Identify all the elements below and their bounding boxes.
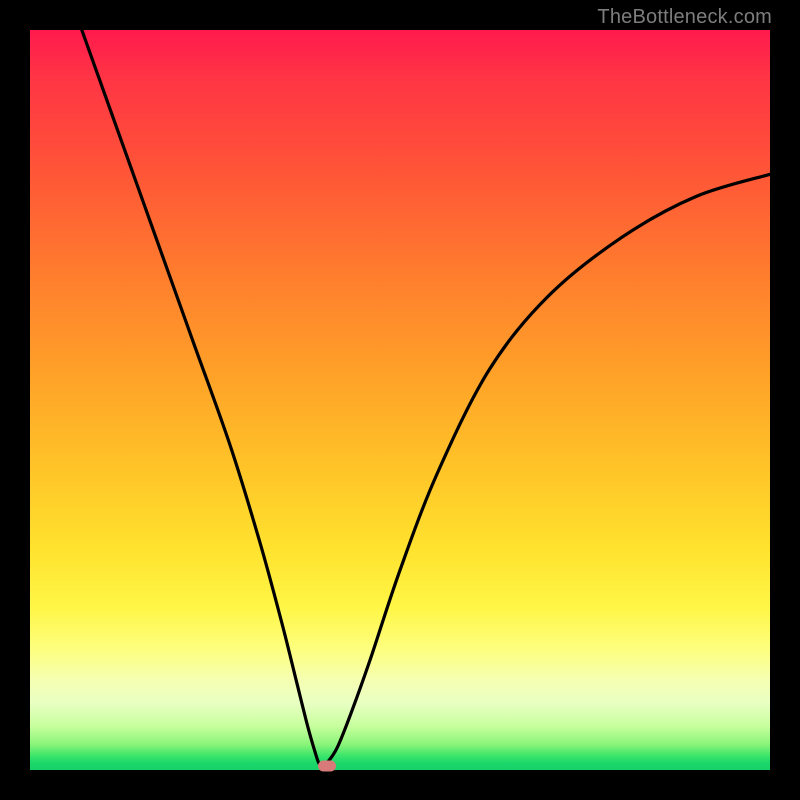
curve-svg xyxy=(30,30,770,770)
bottleneck-curve-path xyxy=(82,30,770,767)
plot-area xyxy=(30,30,770,770)
chart-container: TheBottleneck.com xyxy=(0,0,800,800)
watermark-text: TheBottleneck.com xyxy=(597,6,772,29)
optimum-marker xyxy=(318,761,336,772)
